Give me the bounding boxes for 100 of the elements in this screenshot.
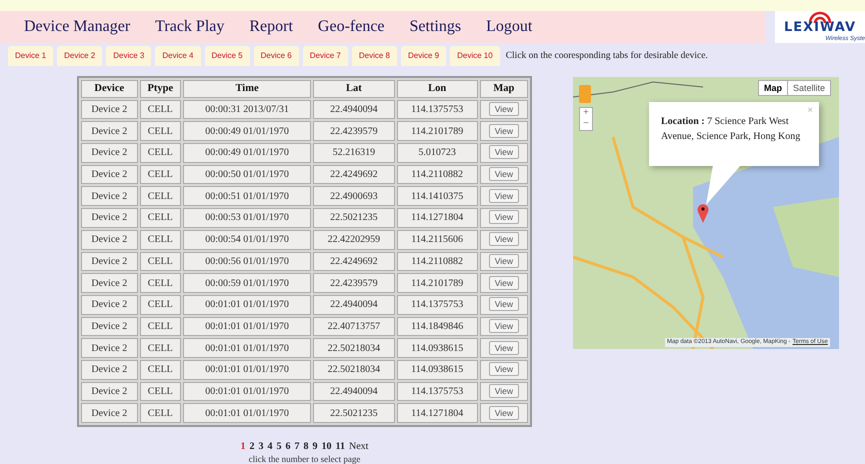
column-header: Ptype [140,80,181,98]
table-cell: Device 2 [91,147,128,158]
table-cell: 114.2101789 [411,126,464,137]
device-tab[interactable]: Device 3 [106,46,152,66]
view-button[interactable]: View [488,297,519,312]
table-cell: 22.4940094 [330,386,378,397]
table-cell: 5.010723 [418,147,456,158]
table-cell: CELL [148,190,173,202]
view-button[interactable]: View [488,102,519,116]
view-button[interactable]: View [488,188,519,203]
view-button[interactable]: View [488,406,519,420]
next-link[interactable]: Next [349,439,368,454]
page-link[interactable]: 7 [294,439,300,454]
view-button[interactable]: View [488,232,519,246]
table-cell: 114.2101789 [411,278,464,289]
column-header: Lat [313,80,395,98]
map-type-button[interactable]: Map [758,80,787,95]
page-link[interactable]: 10 [322,439,332,454]
device-tab[interactable]: Device 2 [57,46,102,66]
table-cell: 114.2115606 [411,234,464,246]
table-cell: Device 2 [91,126,128,137]
table-cell: 114.1410375 [411,190,464,202]
table-cell: CELL [148,386,173,397]
table-cell: Device 2 [91,169,128,180]
table-cell: Device 2 [91,234,128,246]
table-cell: 22.4239579 [330,126,378,137]
table-cell: 00:00:31 2013/07/31 [205,104,289,116]
table-cell: 00:00:53 01/01/1970 [205,212,289,224]
zoom-in-button[interactable]: + [580,108,592,119]
view-button[interactable]: View [488,362,519,376]
column-header: Lon [396,80,478,98]
signal-arcs-icon [807,10,833,23]
view-button[interactable]: View [488,276,519,290]
column-header: Map [480,80,528,98]
view-button[interactable]: View [488,124,519,138]
page-link[interactable]: 8 [304,439,309,454]
nav-link[interactable]: Report [249,14,293,39]
table-cell: CELL [148,169,173,180]
table-cell: 114.0938615 [411,364,464,376]
page-link[interactable]: 2 [250,439,255,454]
page-link[interactable]: 9 [312,439,318,454]
table-cell: CELL [148,126,173,137]
view-button[interactable]: View [488,254,519,268]
nav-link[interactable]: Settings [410,14,462,39]
table-cell: 114.1375753 [411,299,464,310]
page-link[interactable]: 4 [268,439,273,454]
nav-link[interactable]: Logout [486,14,532,39]
page-link[interactable]: 1 [240,439,246,454]
table-cell: CELL [148,212,173,224]
table-cell: 22.50218034 [328,364,380,376]
device-tab[interactable]: Device 9 [401,46,446,66]
table-cell: Device 2 [91,256,128,267]
zoom-out-button[interactable]: − [580,118,592,130]
table-cell: 22.4940094 [330,299,378,310]
device-tab[interactable]: Device 7 [302,46,348,66]
view-button[interactable]: View [488,340,519,355]
page-link[interactable]: 5 [276,439,282,454]
table-cell: Device 2 [91,299,128,310]
device-tab[interactable]: Device 6 [254,46,299,66]
street-view-icon[interactable] [579,84,591,103]
table-cell: 00:00:50 01/01/1970 [205,169,289,180]
device-tab[interactable]: Device 1 [8,46,54,66]
table-cell: 00:00:49 01/01/1970 [205,147,289,158]
table-cell: Device 2 [91,364,128,376]
page-link[interactable]: 11 [336,439,345,454]
table-cell: Device 2 [91,320,128,332]
nav-link[interactable]: Device Manager [24,14,130,39]
page-link[interactable]: 3 [258,439,264,454]
device-tab[interactable]: Device 5 [204,46,250,66]
table-cell: 22.5021235 [330,408,378,419]
table-cell: CELL [148,408,173,419]
device-tab[interactable]: Device 10 [450,46,500,66]
view-button[interactable]: View [488,210,519,224]
table-cell: 22.4239579 [330,278,378,289]
view-button[interactable]: View [488,145,519,160]
map-type-button[interactable]: Satellite [786,80,830,95]
table-cell: 00:00:56 01/01/1970 [205,256,289,267]
table-cell: CELL [148,234,173,246]
table-cell: CELL [148,320,173,332]
view-button[interactable]: View [488,318,519,333]
table-cell: 22.5021235 [330,212,378,224]
nav-link[interactable]: Geo-fence [318,14,385,39]
device-tab[interactable]: Device 8 [352,46,397,66]
device-tab[interactable]: Device 4 [155,46,200,66]
table-cell: Device 2 [91,386,128,397]
table-cell: CELL [148,104,173,116]
view-button[interactable]: View [488,384,519,398]
table-cell: 22.42202959 [328,234,380,246]
table-cell: 114.2110882 [411,256,464,267]
table-cell: CELL [148,147,173,158]
table-cell: 22.50218034 [328,342,380,354]
logo-name: LEXIWAV [784,20,856,35]
table-cell: 114.1375753 [411,386,464,397]
nav-link[interactable]: Track Play [155,14,224,39]
table-cell: 00:00:54 01/01/1970 [205,234,289,246]
table-cell: Device 2 [91,190,128,202]
table-cell: Device 2 [91,212,128,224]
view-button[interactable]: View [488,167,519,182]
page-link[interactable]: 6 [286,439,291,454]
table-cell: CELL [148,364,173,376]
